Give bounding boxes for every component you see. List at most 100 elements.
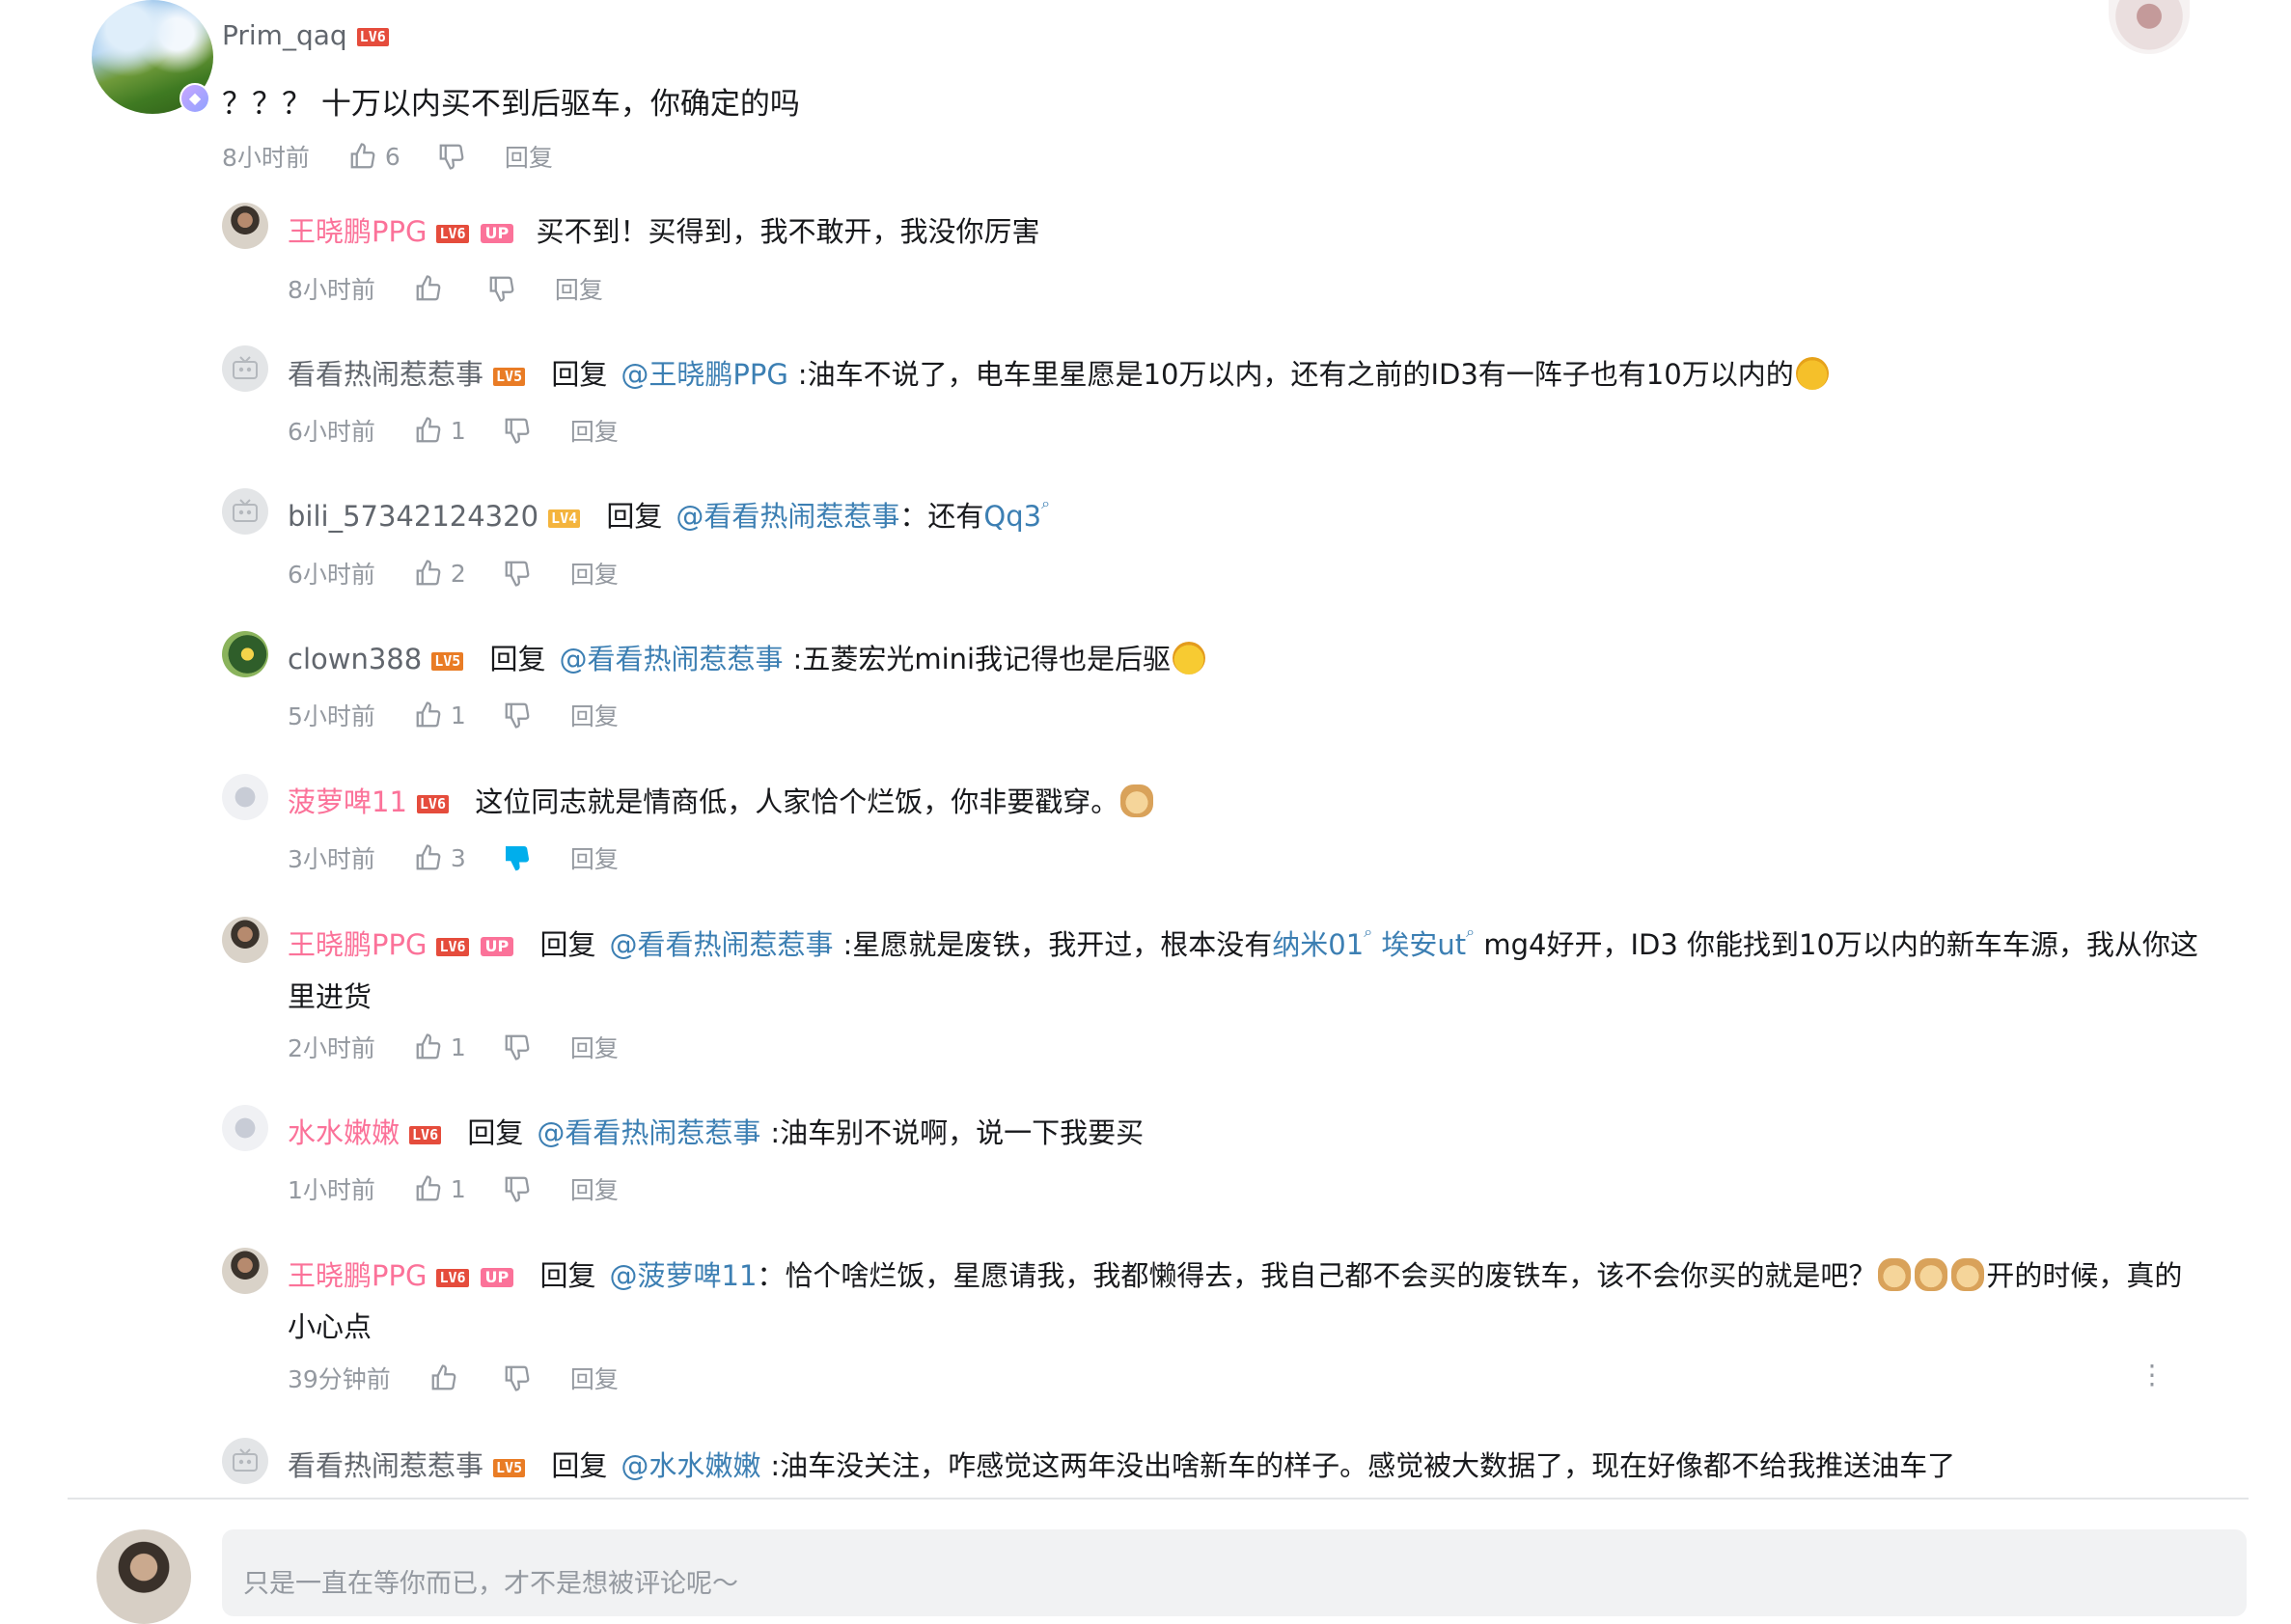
dislike-button[interactable] — [503, 416, 532, 445]
dislike-button[interactable] — [503, 1363, 532, 1392]
avatar[interactable] — [222, 631, 268, 677]
default-avatar-icon — [233, 356, 258, 379]
reply-time: 6小时前 — [288, 418, 375, 446]
level-badge: LV6 — [416, 794, 449, 813]
mention-link[interactable]: @水水嫩嫩 — [621, 1449, 760, 1482]
like-count: 2 — [450, 559, 466, 588]
thumbs-up-icon — [416, 1175, 441, 1201]
reply-content: 菠萝啤11 LV6 这位同志就是情商低，人家恰个烂饭，你非要戳穿。 — [288, 780, 1155, 820]
reply-content: 王晓鹏PPG LV6 UP 买不到！买得到，我不敢开，我没你厉害 — [288, 209, 1040, 250]
mention-link[interactable]: @看看热闹惹惹事 — [676, 500, 899, 533]
reply-button[interactable]: 回复 — [570, 413, 619, 448]
thumbs-down-icon — [505, 1365, 530, 1391]
mention-link[interactable]: @看看热闹惹惹事 — [610, 928, 834, 961]
dislike-button[interactable] — [503, 1032, 532, 1061]
avatar[interactable] — [222, 774, 268, 820]
reply-button[interactable]: 回复 — [570, 1361, 619, 1395]
reply-meta: 39分钟前 回复 — [288, 1361, 619, 1395]
avatar[interactable] — [222, 1105, 268, 1151]
reply-username[interactable]: 菠萝啤11 — [288, 785, 407, 818]
reply-username[interactable]: 水水嫩嫩 — [288, 1116, 400, 1149]
dislike-button[interactable] — [487, 274, 516, 303]
reply-text: ：恰个啥烂饭，星愿请我，我都懒得去，我自己都不会买的废铁车，该不会你买的就是吧？ — [757, 1259, 1877, 1292]
username-text[interactable]: Prim_qaq — [222, 19, 347, 51]
avatar[interactable] — [222, 345, 268, 392]
reply-content: 王晓鹏PPG LV6 UP 回复 @看看热闹惹惹事:星愿就是废铁，我开过，根本没有纳米… — [288, 922, 2198, 963]
search-link[interactable]: 埃安ut — [1381, 928, 1466, 961]
reply-meta: 2小时前 1 回复 — [288, 1030, 619, 1064]
thumbs-down-icon — [505, 1034, 530, 1060]
dislike-button-active[interactable] — [503, 843, 532, 872]
search-link[interactable]: Qq3 — [983, 500, 1041, 533]
thumbs-up-icon — [416, 417, 441, 443]
reply-button[interactable]: 回复 — [570, 1171, 619, 1206]
reply-username[interactable]: 看看热闹惹惹事 — [288, 1449, 483, 1482]
avatar[interactable] — [222, 203, 268, 249]
reply-username[interactable]: bili_57342124320 — [288, 500, 538, 533]
thumbs-up-icon — [416, 702, 441, 728]
reply-time: 39分钟前 — [288, 1365, 391, 1393]
mention-link[interactable]: @看看热闹惹惹事 — [560, 643, 784, 675]
thumbs-down-icon — [505, 702, 530, 729]
mention-link[interactable]: @菠萝啤11 — [610, 1259, 758, 1292]
more-options-icon[interactable]: ⋮ — [2139, 1361, 2166, 1390]
like-button[interactable]: 2 — [414, 559, 466, 588]
reply-content: bili_57342124320 LV4 回复 @看看热闹惹惹事：还有Qq3⌕ — [288, 494, 1050, 535]
dislike-button[interactable] — [503, 1174, 532, 1203]
like-button[interactable]: 1 — [414, 701, 466, 729]
reply-text-cont: mg4好开，ID3 你能找到10万以内的新车车源，我从你这 — [1475, 928, 2198, 961]
reply-label: 回复 — [539, 1259, 596, 1292]
thumbs-up-icon — [416, 560, 441, 586]
level-badge: LV6 — [409, 1125, 442, 1144]
reply-meta: 3小时前 3 回复 — [288, 840, 619, 875]
search-icon: ⌕ — [1466, 922, 1476, 941]
dislike-button[interactable] — [503, 559, 532, 588]
avatar[interactable] — [222, 488, 268, 535]
thumbs-down-filled-icon — [505, 845, 529, 871]
mention-link[interactable]: @王晓鹏PPG — [621, 358, 787, 391]
avatar[interactable] — [222, 1438, 268, 1484]
doge-emoji-icon — [1951, 1258, 1985, 1291]
reply-button[interactable]: 回复 — [505, 139, 553, 174]
divider — [68, 1498, 2249, 1500]
mention-link[interactable]: @看看热闹惹惹事 — [537, 1116, 760, 1149]
reply-username[interactable]: 王晓鹏PPG — [288, 215, 427, 248]
laugh-cry-emoji-icon — [1173, 642, 1206, 674]
reply-username[interactable]: clown388 — [288, 643, 422, 675]
comment-input[interactable]: 只是一直在等你而已，才不是想被评论呢～ — [222, 1529, 2247, 1616]
search-link[interactable]: 纳米01 — [1272, 928, 1364, 961]
reply-text: :油车没关注，咋感觉这两年没出啥新车的样子。感觉被大数据了，现在好像都不给我推送… — [770, 1449, 1956, 1482]
reply-content: 看看热闹惹惹事 LV5 回复 @水水嫩嫩:油车没关注，咋感觉这两年没出啥新车的样子。… — [288, 1444, 1955, 1484]
current-user-avatar[interactable] — [97, 1529, 191, 1624]
reply-content: clown388 LV5 回复 @看看热闹惹惹事:五菱宏光mini我记得也是后驱 — [288, 637, 1207, 677]
like-button[interactable] — [414, 274, 451, 303]
reply-username[interactable]: 王晓鹏PPG — [288, 1259, 427, 1292]
avatar[interactable] — [222, 917, 268, 963]
dislike-button[interactable] — [437, 142, 466, 171]
reply-button[interactable]: 回复 — [570, 698, 619, 732]
comment-username[interactable]: Prim_qaq LV6 — [222, 19, 389, 51]
like-button[interactable]: 3 — [414, 843, 466, 872]
reply-text: 这位同志就是情商低，人家恰个烂饭，你非要戳穿。 — [475, 785, 1119, 818]
like-button[interactable]: 1 — [414, 1032, 466, 1061]
like-button[interactable] — [429, 1363, 466, 1392]
reply-content: 王晓鹏PPG LV6 UP 回复 @菠萝啤11：恰个啥烂饭，星愿请我，我都懒得去，我自… — [288, 1253, 2182, 1294]
avatar[interactable] — [222, 1248, 268, 1294]
thumbs-up-icon — [431, 1364, 456, 1390]
reply-button[interactable]: 回复 — [570, 1030, 619, 1064]
floating-avatar[interactable] — [2109, 0, 2190, 54]
reply-text: :星愿就是废铁，我开过，根本没有 — [842, 928, 1273, 961]
reply-button[interactable]: 回复 — [570, 840, 619, 875]
reply-username[interactable]: 王晓鹏PPG — [288, 928, 427, 961]
reply-meta: 6小时前 2 回复 — [288, 556, 619, 591]
thumbs-down-icon — [439, 144, 464, 170]
dislike-button[interactable] — [503, 701, 532, 729]
reply-meta: 6小时前 1 回复 — [288, 413, 619, 448]
reply-button[interactable]: 回复 — [555, 271, 603, 306]
like-count: 1 — [450, 701, 466, 729]
like-button[interactable]: 1 — [414, 1174, 466, 1203]
reply-username[interactable]: 看看热闹惹惹事 — [288, 358, 483, 391]
like-button[interactable]: 1 — [414, 416, 466, 445]
like-button[interactable]: 6 — [348, 142, 400, 171]
reply-button[interactable]: 回复 — [570, 556, 619, 591]
